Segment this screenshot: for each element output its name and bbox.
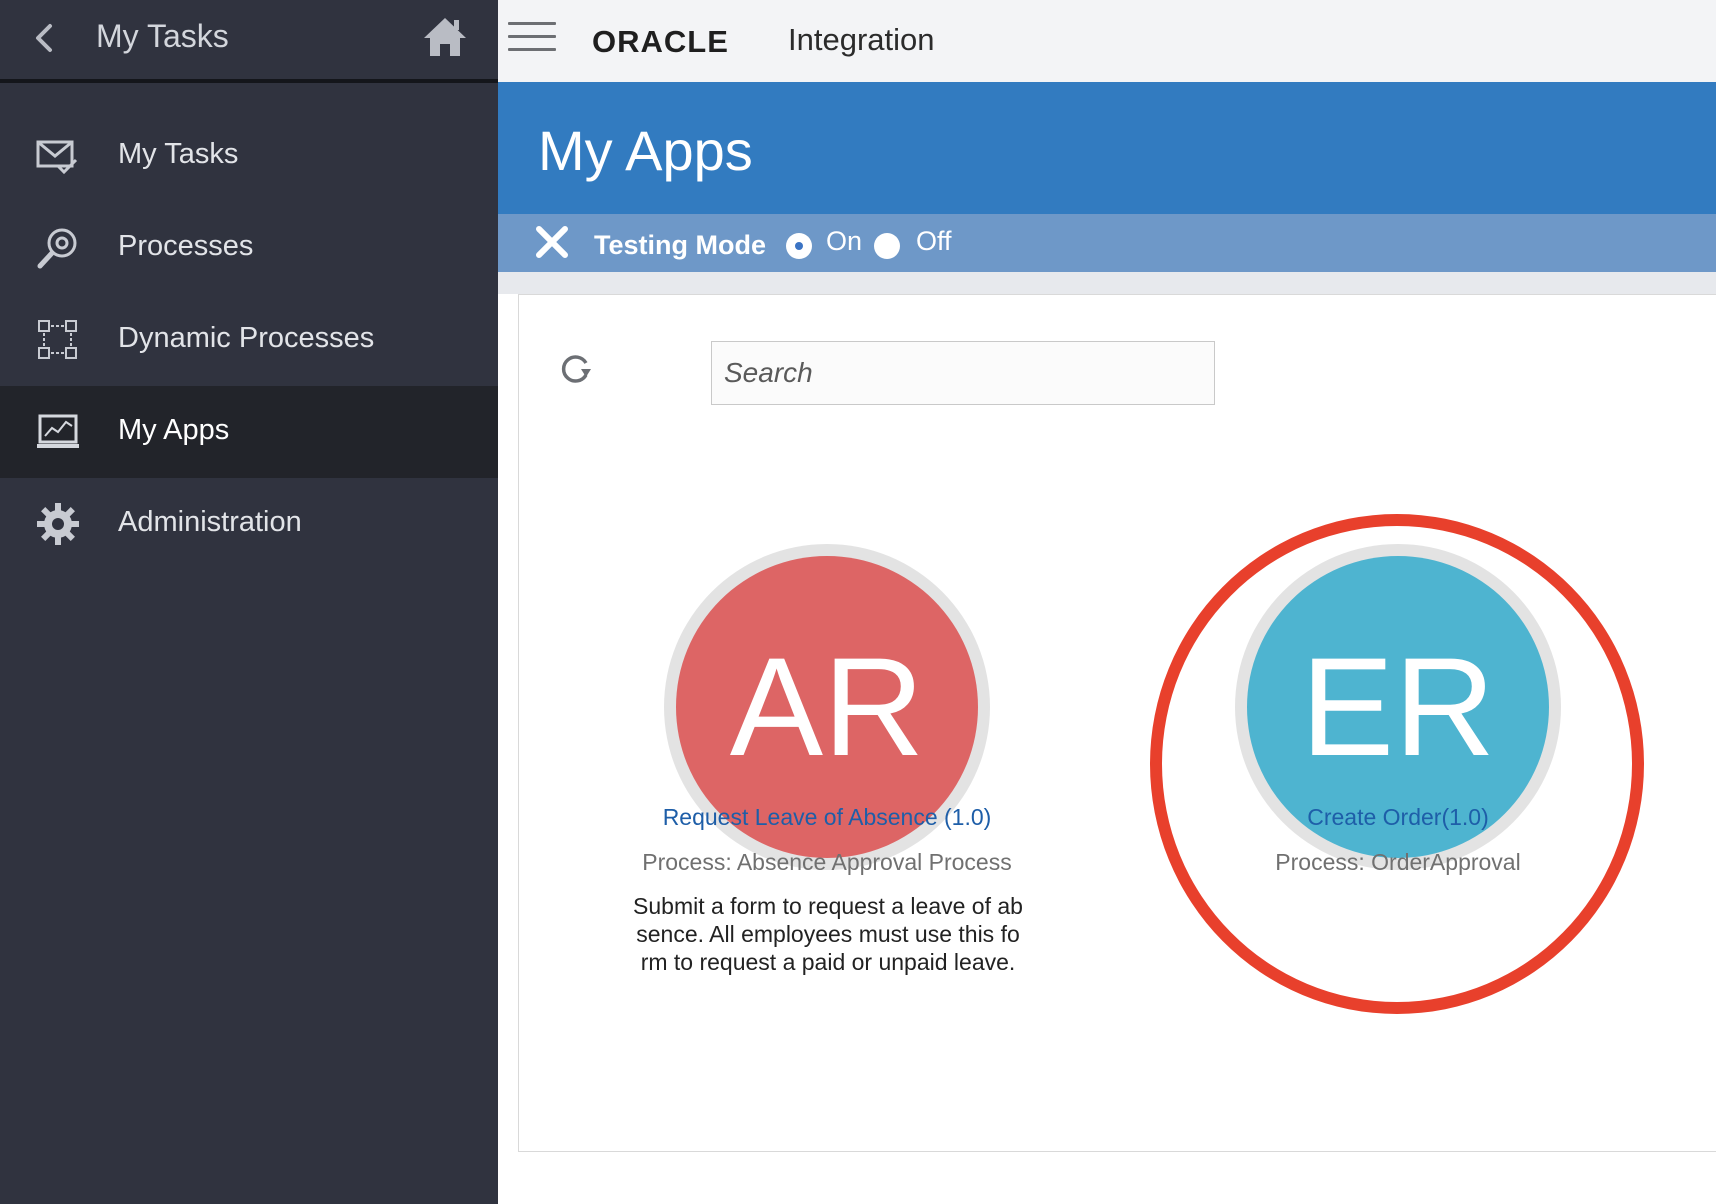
testing-mode-label: Testing Mode [594, 230, 766, 260]
oracle-logo: ORACLE [592, 24, 729, 59]
chevron-left-icon[interactable] [30, 18, 60, 58]
process-search-icon [37, 228, 77, 269]
sidebar-title: My Tasks [96, 18, 229, 54]
app-process-label: Process: OrderApproval [1275, 849, 1521, 875]
sidebar-item-my-apps[interactable]: My Apps [0, 386, 498, 478]
sidebar-item-dynamic-processes[interactable]: Dynamic Processes [0, 294, 498, 386]
page-title: My Apps [538, 119, 753, 182]
sidebar-header: My Tasks [0, 0, 498, 83]
top-bar: ORACLE Integration [498, 0, 1716, 82]
testing-mode-on-radio[interactable] [786, 233, 812, 259]
sidebar-item-label: My Apps [118, 414, 230, 446]
sidebar-item-label: Dynamic Processes [118, 322, 375, 354]
sidebar-item-label: Administration [118, 506, 302, 538]
close-icon[interactable] [534, 224, 570, 260]
hamburger-menu-icon[interactable] [508, 22, 556, 54]
testing-mode-off-radio[interactable] [874, 233, 900, 259]
monitor-chart-icon [37, 414, 79, 448]
search-input[interactable] [711, 341, 1215, 405]
sidebar-nav: My Tasks Processes Dynamic Processes My … [0, 110, 498, 570]
dynamic-process-icon [38, 320, 77, 359]
testing-mode-off-label: Off [916, 226, 952, 256]
sidebar-item-label: My Tasks [118, 138, 239, 170]
app-description: Submit a form to request a leave of abse… [633, 893, 1023, 975]
app-process-label: Process: Absence Approval Process [642, 849, 1012, 875]
app-name-link[interactable]: Request Leave of Absence (1.0) [597, 804, 1057, 831]
page-banner: My Apps [498, 82, 1716, 214]
testing-mode-on-label: On [826, 226, 863, 256]
app-name-link[interactable]: Create Order(1.0) [1168, 804, 1628, 831]
sidebar-item-administration[interactable]: Administration [0, 478, 498, 570]
tasks-envelope-icon [36, 140, 78, 175]
refresh-icon[interactable] [559, 351, 593, 385]
apps-panel: AR Request Leave of Absence (1.0) Proces… [518, 294, 1716, 1152]
testing-mode-bar: Testing Mode On Off [498, 214, 1716, 272]
sidebar-item-processes[interactable]: Processes [0, 202, 498, 294]
sidebar: My Tasks My Tasks Processes Dynamic Proc… [0, 0, 498, 1204]
gear-icon [37, 503, 79, 545]
divider [498, 272, 1716, 294]
product-name: Integration [788, 22, 935, 57]
home-icon[interactable] [422, 14, 468, 60]
sidebar-item-label: Processes [118, 230, 254, 262]
sidebar-item-my-tasks[interactable]: My Tasks [0, 110, 498, 202]
